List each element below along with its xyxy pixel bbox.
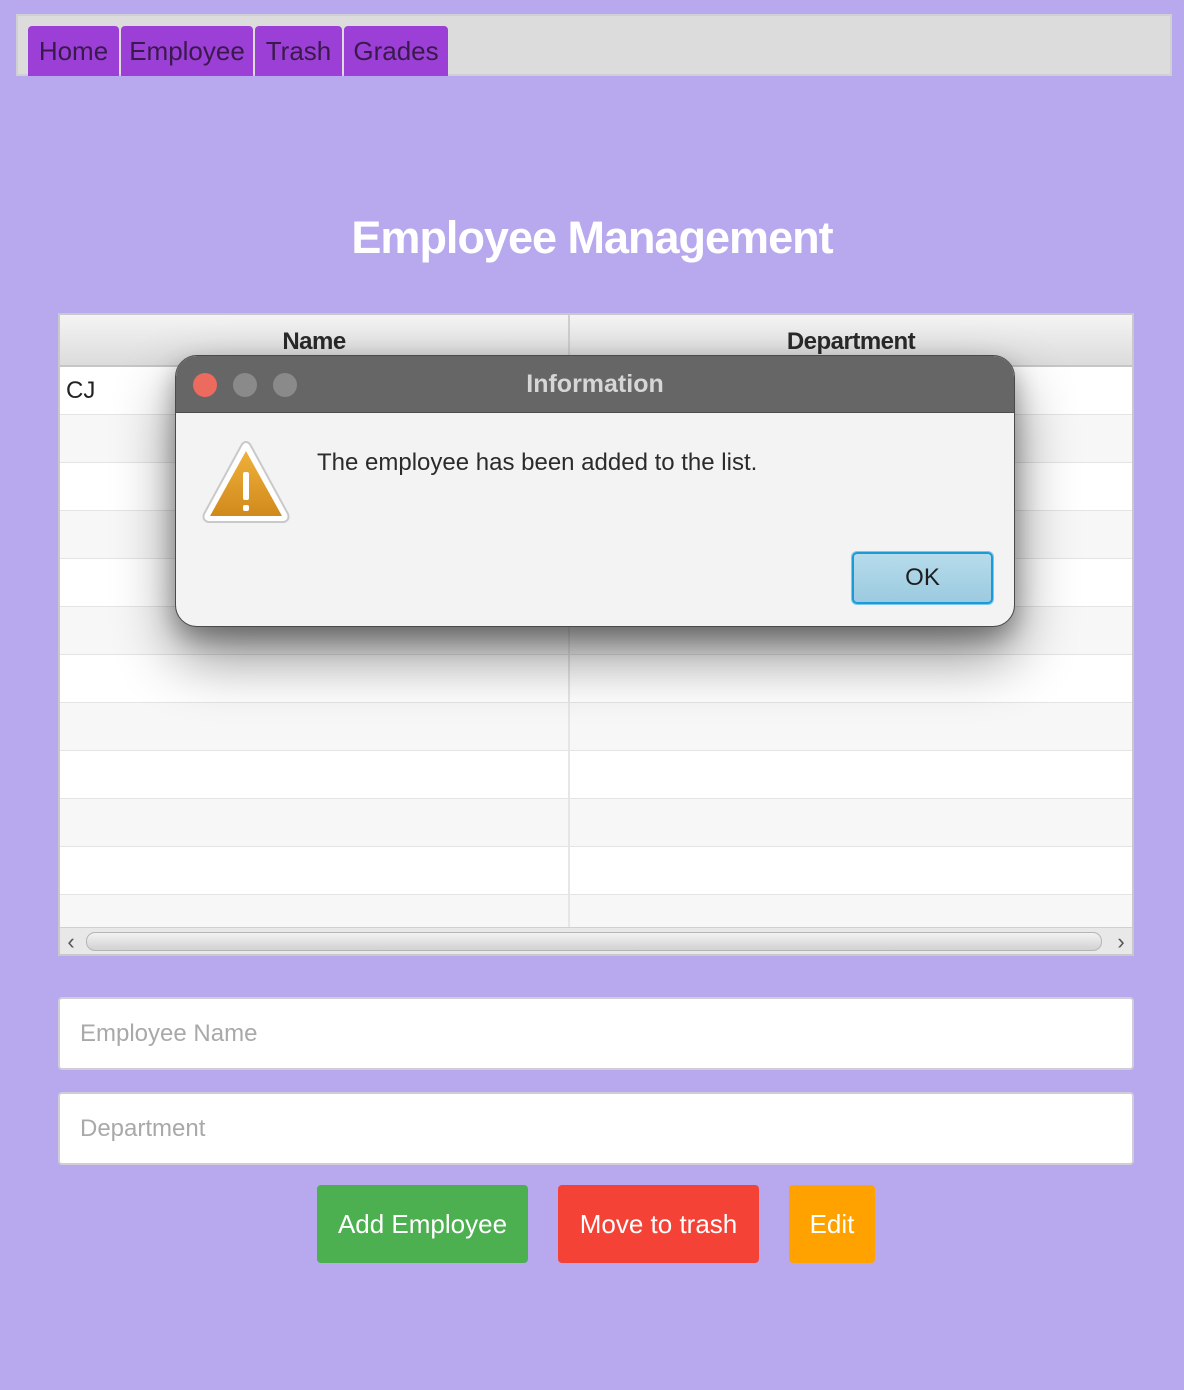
department-input[interactable] bbox=[58, 1092, 1134, 1165]
dialog-titlebar: Information bbox=[176, 356, 1014, 413]
cell-department bbox=[570, 703, 1132, 751]
chevron-right-icon[interactable]: › bbox=[1110, 928, 1132, 954]
edit-button[interactable]: Edit bbox=[789, 1185, 875, 1263]
horizontal-scrollbar[interactable]: ‹ › bbox=[60, 927, 1132, 954]
ok-button[interactable]: OK bbox=[852, 552, 993, 604]
table-row[interactable] bbox=[60, 847, 1132, 895]
chevron-left-icon[interactable]: ‹ bbox=[60, 928, 82, 954]
table-row[interactable] bbox=[60, 703, 1132, 751]
cell-department bbox=[570, 799, 1132, 847]
cell-department bbox=[570, 655, 1132, 703]
cell-name bbox=[60, 847, 570, 895]
dialog-message: The employee has been added to the list. bbox=[317, 449, 758, 476]
tab-bar: Home Employee Trash Grades bbox=[16, 14, 1172, 76]
tab-grades[interactable]: Grades bbox=[344, 26, 448, 76]
cell-name bbox=[60, 799, 570, 847]
table-row[interactable] bbox=[60, 751, 1132, 799]
dialog-title: Information bbox=[526, 370, 664, 398]
table-row[interactable] bbox=[60, 799, 1132, 847]
cell-department bbox=[570, 847, 1132, 895]
move-to-trash-button[interactable]: Move to trash bbox=[558, 1185, 759, 1263]
tab-home[interactable]: Home bbox=[28, 26, 119, 76]
tab-employee[interactable]: Employee bbox=[121, 26, 253, 76]
scrollbar-thumb[interactable] bbox=[86, 932, 1102, 951]
cell-name bbox=[60, 655, 570, 703]
warning-icon bbox=[202, 440, 290, 523]
cell-department bbox=[570, 751, 1132, 799]
add-employee-button[interactable]: Add Employee bbox=[317, 1185, 528, 1263]
page-title: Employee Management bbox=[351, 212, 833, 263]
tab-trash[interactable]: Trash bbox=[255, 26, 342, 76]
cell-name bbox=[60, 703, 570, 751]
table-row[interactable] bbox=[60, 655, 1132, 703]
employee-name-input[interactable] bbox=[58, 997, 1134, 1070]
cell-name bbox=[60, 751, 570, 799]
information-dialog: Information The employee has been added … bbox=[175, 355, 1015, 627]
